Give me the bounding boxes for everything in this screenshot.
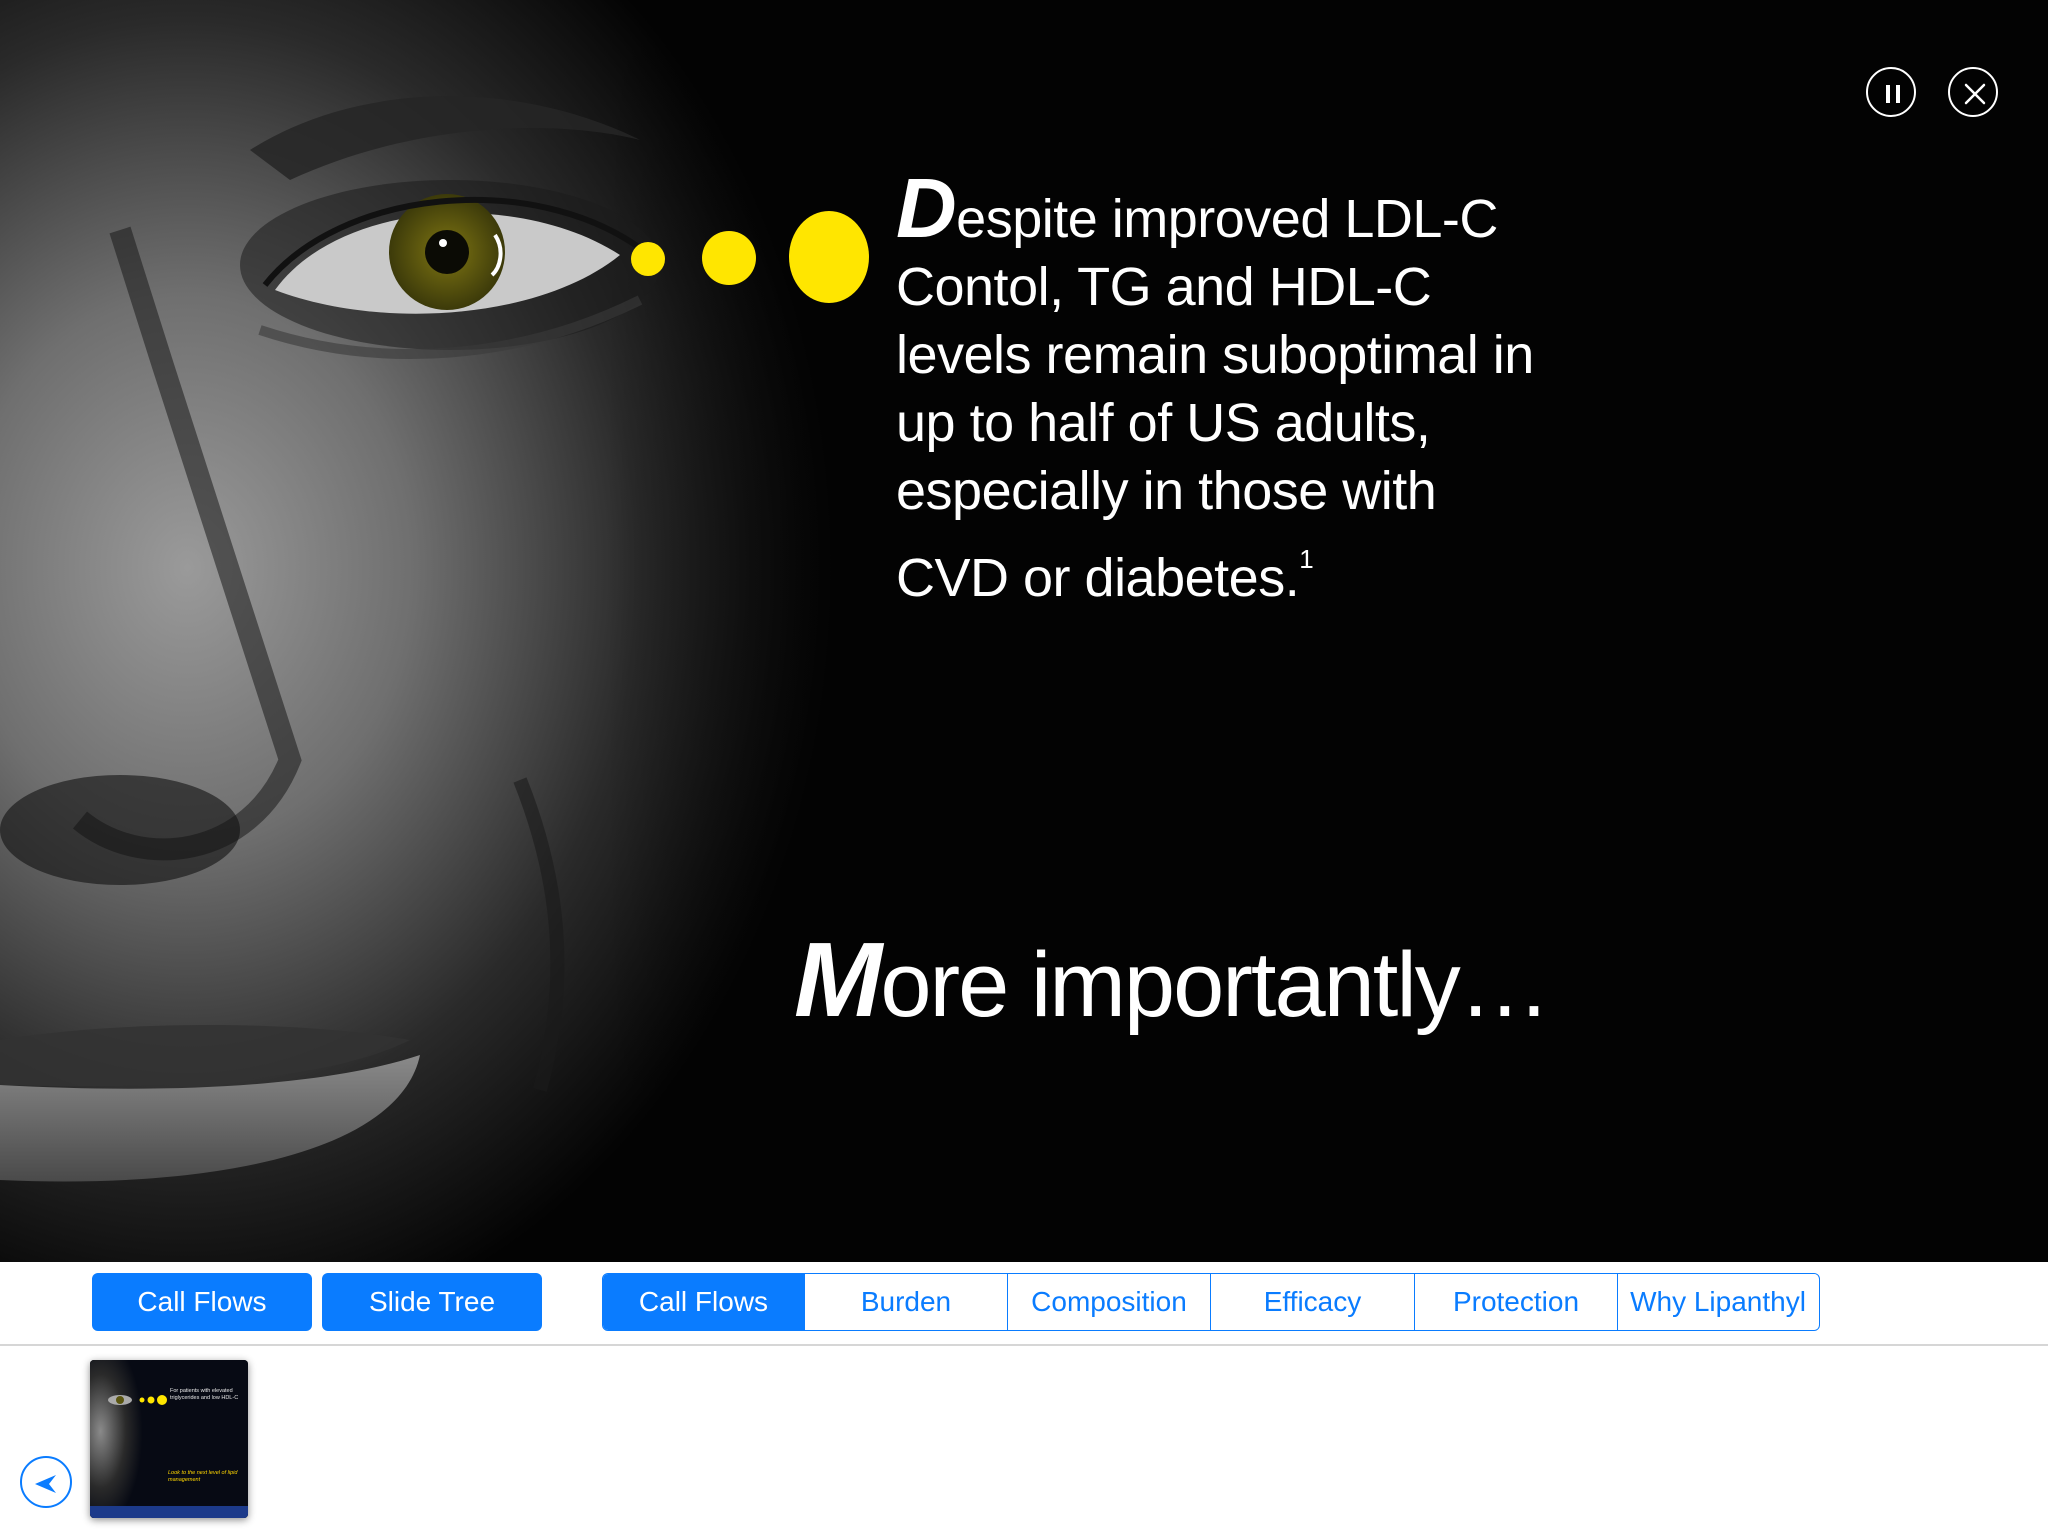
pause-icon bbox=[1886, 85, 1900, 103]
headline-reference: 1 bbox=[1299, 544, 1314, 574]
subhead-text: ore importantly… bbox=[880, 934, 1550, 1036]
thumbnail-tagline: Look to the next level of lipid manageme… bbox=[168, 1470, 238, 1483]
slide-thumbnail[interactable]: For patients with elevated triglycerides… bbox=[90, 1360, 248, 1518]
tab-why-lipanthyl[interactable]: Why Lipanthyl bbox=[1618, 1274, 1818, 1330]
subhead-dropcap: M bbox=[794, 921, 882, 1039]
slide-subhead: More importantly… bbox=[794, 927, 1551, 1036]
tab-label: Why Lipanthyl bbox=[1630, 1286, 1806, 1317]
thumbnail-image bbox=[90, 1360, 248, 1518]
call-flows-button-label: Call Flows bbox=[137, 1286, 267, 1317]
tab-call-flows[interactable]: Call Flows bbox=[603, 1274, 805, 1330]
close-icon bbox=[1964, 83, 1986, 105]
pause-button[interactable] bbox=[1866, 67, 1916, 117]
tab-label: Burden bbox=[860, 1286, 952, 1317]
tab-composition[interactable]: Composition bbox=[1008, 1274, 1211, 1330]
headline-text: espite improved LDL-C Contol, TG and HDL… bbox=[896, 189, 1534, 608]
tab-label: Composition bbox=[1031, 1286, 1187, 1317]
slide-tree-button[interactable]: Slide Tree bbox=[322, 1273, 542, 1331]
back-button[interactable] bbox=[20, 1456, 72, 1508]
section-segmented-control: Call Flows Burden Composition Efficacy P… bbox=[602, 1273, 1820, 1331]
close-button[interactable] bbox=[1948, 67, 1998, 117]
tab-label: Efficacy bbox=[1263, 1286, 1362, 1317]
slide-view: Despite improved LDL-C Contol, TG and HD… bbox=[0, 0, 2048, 1262]
tab-protection[interactable]: Protection bbox=[1415, 1274, 1618, 1330]
tab-label: Protection bbox=[1452, 1286, 1580, 1317]
call-flows-button[interactable]: Call Flows bbox=[92, 1273, 312, 1331]
back-arrow-icon bbox=[35, 1475, 56, 1493]
tab-burden[interactable]: Burden bbox=[805, 1274, 1008, 1330]
tab-label: Call Flows bbox=[638, 1286, 769, 1317]
tab-efficacy[interactable]: Efficacy bbox=[1211, 1274, 1415, 1330]
headline-dropcap: D bbox=[896, 161, 957, 255]
thumbnail-tray: For patients with elevated triglycerides… bbox=[0, 1346, 2048, 1536]
slide-tree-button-label: Slide Tree bbox=[368, 1286, 496, 1317]
slide-headline: Despite improved LDL-C Contol, TG and HD… bbox=[896, 166, 1536, 612]
thumbnail-text: For patients with elevated triglycerides… bbox=[170, 1388, 239, 1401]
navigation-bar: Call Flows Slide Tree Call Flows Burden … bbox=[0, 1262, 2048, 1346]
